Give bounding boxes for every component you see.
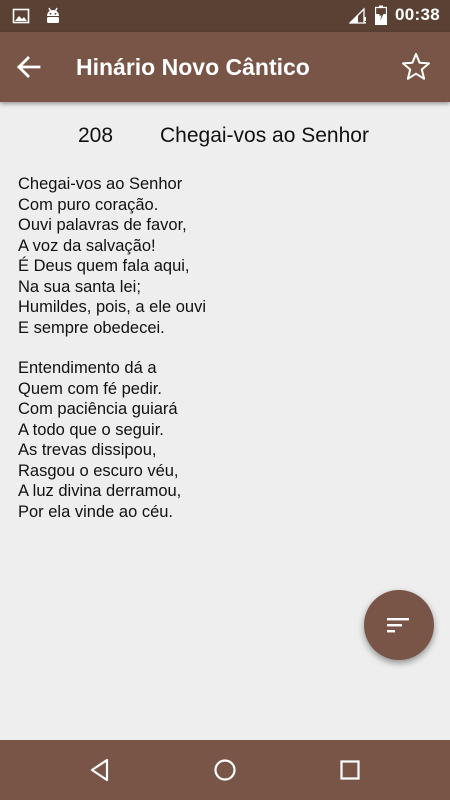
signal-icon <box>349 7 367 24</box>
lyric-line: Na sua santa lei; <box>18 277 141 296</box>
android-icon <box>47 7 59 23</box>
lyric-line: Ouvi palavras de favor, <box>18 216 187 234</box>
nav-home-button[interactable] <box>211 756 239 784</box>
nav-recents-button[interactable] <box>336 756 364 784</box>
stanza-1: Chegai-vos ao Senhor Com puro coração. O… <box>18 174 206 338</box>
battery-icon <box>375 5 388 25</box>
lyric-line: É Deus quem fala aqui, <box>18 257 190 275</box>
star-outline-icon <box>402 53 430 80</box>
hymn-header: 208 Chegai-vos ao Senhor <box>0 124 450 152</box>
lyric-line: As trevas dissipou, <box>18 441 157 459</box>
hymn-title: Chegai-vos ao Senhor <box>160 124 369 147</box>
nav-back-button[interactable] <box>86 756 114 784</box>
arrow-back-icon <box>17 56 41 78</box>
system-status: 00:38 <box>349 5 440 25</box>
status-time: 00:38 <box>395 5 440 24</box>
status-bar: 00:38 <box>0 0 450 32</box>
nav-recents-icon <box>340 760 360 780</box>
lyric-line: Com paciência guiará <box>18 400 178 418</box>
nav-back-icon <box>90 758 109 782</box>
lyric-line: Quem com fé pedir. <box>18 379 162 398</box>
sort-icon <box>387 618 409 633</box>
lyric-line: E sempre obedecei. <box>18 318 165 337</box>
image-icon <box>12 8 30 24</box>
app-title: Hinário Novo Cântico <box>76 54 310 80</box>
hymn-number: 208 <box>78 124 114 147</box>
lyric-line: Chegai-vos ao Senhor <box>18 175 183 193</box>
lyric-line: A luz divina derramou, <box>18 482 182 500</box>
back-button[interactable] <box>14 52 44 82</box>
lyric-line: Por ela vinde ao céu. <box>18 502 174 521</box>
lyric-line: Humildes, pois, a ele ouvi <box>18 298 207 316</box>
notification-icons <box>12 7 62 25</box>
favorite-button[interactable] <box>400 51 432 83</box>
lyric-line: Com puro coração. <box>18 195 159 214</box>
lyric-line: Entendimento dá a <box>18 359 157 377</box>
sort-fab-button[interactable] <box>364 590 434 660</box>
lyric-line: Rasgou o escuro véu, <box>18 461 179 480</box>
stanza-2: Entendimento dá a Quem com fé pedir. Com… <box>18 358 181 522</box>
app-bar: Hinário Novo Cântico <box>0 32 450 102</box>
nav-home-icon <box>214 759 236 781</box>
navigation-bar <box>0 740 450 800</box>
lyric-line: A voz da salvação! <box>18 236 156 255</box>
lyric-line: A todo que o seguir. <box>18 420 164 439</box>
